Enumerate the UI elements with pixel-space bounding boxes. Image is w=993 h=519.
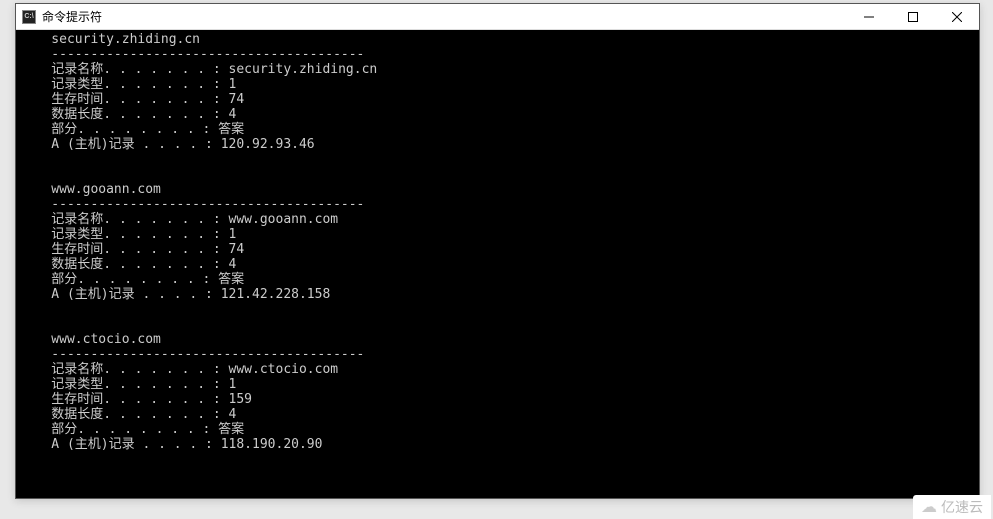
window-title: 命令提示符 [42, 8, 847, 25]
minimize-icon [864, 12, 874, 22]
watermark-text: 亿速云 [941, 497, 983, 517]
minimize-button[interactable] [847, 4, 891, 29]
titlebar[interactable]: C:\ 命令提示符 [16, 4, 979, 30]
cmd-icon: C:\ [22, 10, 36, 24]
close-button[interactable] [935, 4, 979, 29]
window-controls [847, 4, 979, 29]
maximize-icon [908, 12, 918, 22]
maximize-button[interactable] [891, 4, 935, 29]
watermark: ☁ 亿速云 [913, 495, 991, 519]
terminal-output[interactable]: security.zhiding.cn --------------------… [16, 30, 979, 498]
close-icon [952, 12, 962, 22]
cloud-icon: ☁ [921, 497, 937, 517]
command-prompt-window: C:\ 命令提示符 security.zhiding.cn ----------… [15, 3, 980, 499]
